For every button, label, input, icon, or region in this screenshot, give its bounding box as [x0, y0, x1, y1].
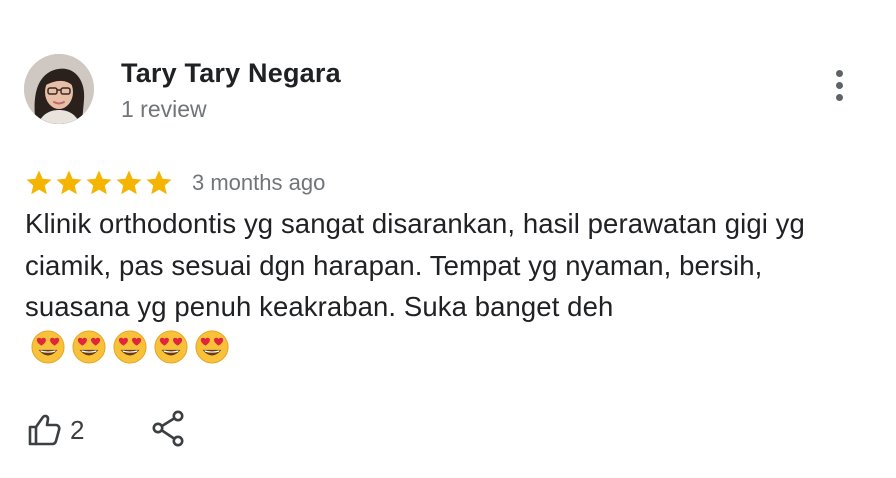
- heart-eyes-emoji: [195, 330, 229, 364]
- star-icon: [86, 170, 112, 195]
- author-review-count[interactable]: 1 review: [121, 96, 207, 123]
- like-button[interactable]: 2: [26, 410, 84, 450]
- emoji-group: [31, 330, 236, 364]
- more-options-button[interactable]: [828, 64, 852, 108]
- rating-row: 3 months ago: [24, 166, 325, 200]
- review-card: Tary Tary Negara 1 review 3 months ago K…: [0, 0, 896, 478]
- heart-eyes-emoji: [72, 330, 106, 364]
- review-body: Klinik orthodontis yg sangat disarankan,…: [25, 203, 825, 369]
- star-icon: [146, 170, 172, 195]
- thumbs-up-icon: [28, 414, 61, 446]
- star-icon: [26, 170, 52, 195]
- author-name[interactable]: Tary Tary Negara: [121, 58, 341, 89]
- heart-eyes-emoji: [31, 330, 65, 364]
- avatar-photo: [24, 54, 94, 124]
- like-count: 2: [70, 414, 85, 445]
- heart-eyes-emoji: [154, 330, 188, 364]
- star-rating: [24, 168, 174, 198]
- heart-eyes-emoji: [113, 330, 147, 364]
- share-icon: [152, 410, 184, 447]
- review-text: Klinik orthodontis yg sangat disarankan,…: [25, 208, 805, 322]
- author-avatar[interactable]: [24, 54, 94, 124]
- share-button[interactable]: [152, 409, 188, 449]
- star-icon: [56, 170, 82, 195]
- review-timestamp: 3 months ago: [192, 170, 326, 195]
- star-icon: [116, 170, 142, 195]
